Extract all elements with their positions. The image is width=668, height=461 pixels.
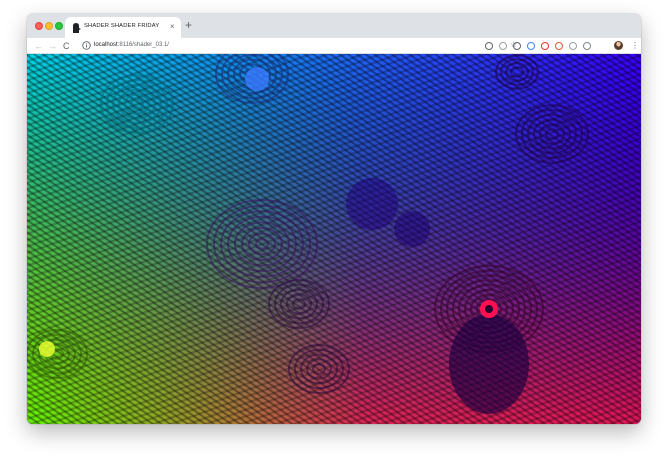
address-bar[interactable]: localhost:8116/shader_03.1/ ☆ [79,40,517,52]
close-window-button[interactable] [35,22,43,30]
url-text[interactable]: localhost:8116/shader_03.1/ [94,42,169,48]
shader-image [27,54,641,424]
tab-title: SHADER SHADER FRIDAY [84,23,160,29]
menu-icon[interactable]: ⋮ [631,40,639,52]
recycle-extension-icon[interactable] [513,42,521,50]
circle-extension-icon[interactable] [583,42,591,50]
url-host: localhost [94,41,118,48]
duckduckgo-extension-icon[interactable] [555,42,563,50]
back-button[interactable]: ← [34,39,43,53]
tab-strip: SHADER SHADER FRIDAY × + [27,14,641,38]
favicon-icon [73,23,81,33]
avatar[interactable] [614,41,623,50]
reload-button[interactable]: C [63,39,70,53]
opera-extension-icon[interactable] [541,42,549,50]
forward-button[interactable]: → [48,39,57,53]
browser-toolbar: ← → C localhost:8116/shader_03.1/ ☆ ⋮ [27,38,641,54]
info-extension-icon[interactable] [485,42,493,50]
minimize-window-button[interactable] [45,22,53,30]
chrome-extension-icon[interactable] [527,42,535,50]
browser-window: SHADER SHADER FRIDAY × + ← → C localhost… [27,14,641,424]
maximize-window-button[interactable] [55,22,63,30]
new-tab-button[interactable]: + [185,18,192,32]
mail-extension-icon[interactable] [569,42,577,50]
url-path: :8116/shader_03.1/ [117,41,169,48]
shader-canvas [27,54,641,424]
tab-close-icon[interactable]: × [170,21,175,33]
tab-active[interactable]: SHADER SHADER FRIDAY × [65,17,181,38]
page-extension-icon[interactable] [499,42,507,50]
site-info-icon[interactable] [82,41,91,50]
